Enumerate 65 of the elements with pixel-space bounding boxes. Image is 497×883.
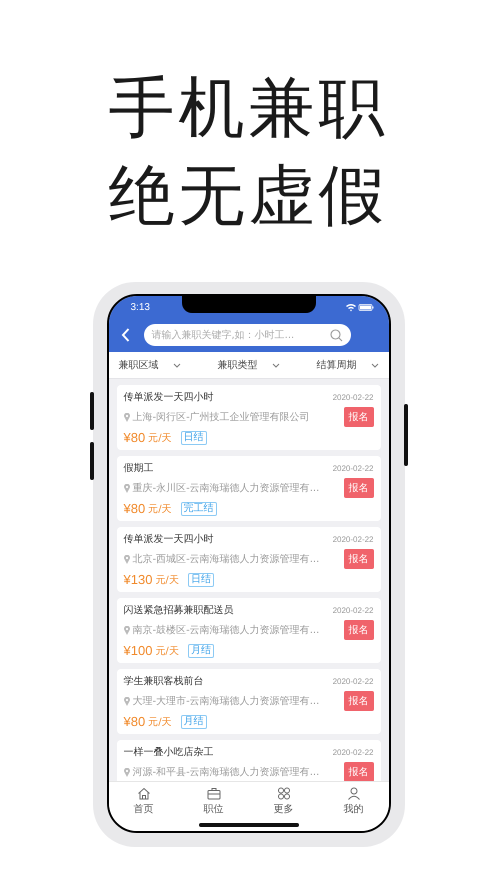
filter-dropdown[interactable]: 兼职区域 (118, 352, 180, 378)
price-unit: 元/天 (148, 716, 172, 728)
job-date: 2020-02-22 (332, 676, 374, 686)
search-icon[interactable] (330, 328, 342, 342)
job-date: 2020-02-22 (332, 464, 374, 472)
briefcase-icon (206, 787, 220, 800)
job-card[interactable]: 学生兼职客栈前台 2020-02-22 大理-大理市-云南海瑞德人力资源管理有... 报名 ¥80 元/天 月结 (116, 669, 380, 734)
home-icon (136, 787, 150, 800)
location-pin-icon (124, 626, 130, 634)
job-price: ¥80 (124, 714, 146, 729)
location-pin-icon (124, 554, 130, 564)
job-date: 2020-02-22 (332, 606, 374, 614)
chevron-down-icon (272, 362, 280, 368)
job-address: 上海-闵行区-广州技工企业管理有限公司 (132, 410, 311, 424)
price-unit: 元/天 (148, 502, 172, 516)
location-pin-icon (124, 412, 130, 422)
job-title: 假期工 (124, 462, 154, 475)
settlement-tag: 月结 (180, 714, 207, 728)
job-price: ¥130 (124, 572, 152, 587)
job-price: ¥100 (124, 643, 152, 658)
job-date: 2020-02-22 (332, 534, 374, 544)
job-date: 2020-02-22 (332, 392, 374, 402)
job-title: 传单派发一天四小时 (124, 390, 214, 404)
job-card[interactable]: 传单派发一天四小时 2020-02-22 上海-闵行区-广州技工企业管理有限公司 报名 ¥80 元/天 日结 (116, 385, 380, 450)
back-icon[interactable] (120, 328, 130, 342)
four-circles-icon (276, 787, 290, 800)
filter-dropdown[interactable]: 兼职类型 (218, 352, 280, 378)
tab-item[interactable]: 首页 (126, 787, 162, 816)
price-unit: 元/天 (148, 432, 172, 444)
job-address: 重庆-永川区-云南海瑞德人力资源管理有... (132, 482, 320, 495)
job-title: 闪送紧急招募兼职配送员 (124, 604, 234, 617)
tab-item[interactable]: 更多 (266, 787, 302, 816)
chevron-down-icon (370, 362, 378, 368)
job-price: ¥80 (124, 501, 146, 516)
job-address: 大理-大理市-云南海瑞德人力资源管理有... (132, 694, 320, 708)
filter-dropdown[interactable]: 结算周期 (316, 352, 378, 378)
job-date: 2020-02-22 (332, 748, 374, 756)
location-pin-icon (124, 696, 130, 706)
tab-item[interactable]: 我的 (336, 787, 372, 816)
person-icon (346, 787, 360, 800)
price-unit: 元/天 (155, 644, 179, 658)
settlement-tag: 月结 (188, 644, 214, 658)
headline-text: 绝无虚假 (108, 160, 388, 232)
job-card[interactable]: 假期工 2020-02-22 重庆-永川区-云南海瑞德人力资源管理有... 报名 ¥80 元/天 完工结 (116, 456, 380, 521)
job-title: 学生兼职客栈前台 (124, 674, 204, 688)
headline-text: 手机兼职 (108, 72, 388, 144)
job-address: 南京-鼓楼区-云南海瑞德人力资源管理有... (132, 624, 320, 637)
settlement-tag: 日结 (188, 572, 214, 586)
wifi-battery-icon (344, 302, 374, 312)
chevron-down-icon (172, 362, 180, 368)
job-price: ¥80 (124, 430, 146, 445)
price-unit: 元/天 (155, 574, 179, 586)
job-title: 传单派发一天四小时 (124, 532, 214, 546)
settlement-tag: 完工结 (180, 502, 217, 516)
location-pin-icon (124, 484, 130, 492)
status-time: 3:13 (130, 302, 150, 312)
location-pin-icon (124, 768, 130, 776)
settlement-tag: 日结 (180, 430, 207, 444)
job-card[interactable]: 闪送紧急招募兼职配送员 2020-02-22 南京-鼓楼区-云南海瑞德人力资源管理有... 报名 ¥100 元/天 月结 (116, 598, 380, 663)
job-title: 一样一叠小吃店杂工 (124, 746, 214, 759)
tab-item[interactable]: 职位 (196, 787, 232, 816)
job-card[interactable]: 传单派发一天四小时 2020-02-22 北京-西城区-云南海瑞德人力资源管理有... 报名 ¥130 元/天 日结 (116, 527, 380, 592)
job-address: 北京-西城区-云南海瑞德人力资源管理有... (132, 552, 320, 566)
job-address: 河源-和平县-云南海瑞德人力资源管理有... (132, 766, 320, 779)
job-card[interactable]: 一样一叠小吃店杂工 2020-02-22 河源-和平县-云南海瑞德人力资源管理有... 报名 (116, 740, 380, 781)
